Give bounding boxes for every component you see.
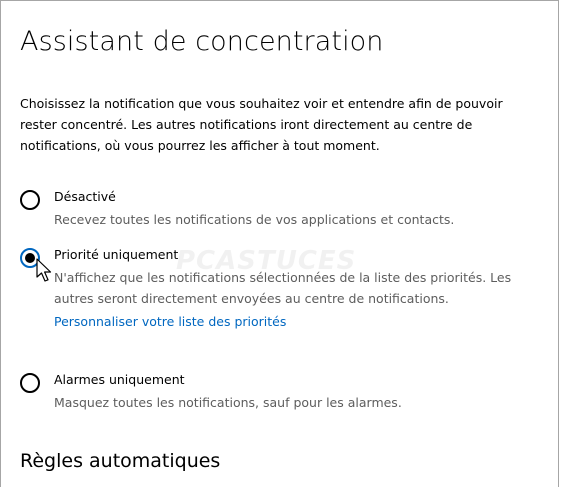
intro-text: Choisissez la notification que vous souh…	[20, 96, 503, 153]
radio-label-off: Désactivé	[54, 189, 116, 204]
radio-selected-dot	[25, 253, 35, 263]
radio-button-priority-only[interactable]	[20, 248, 40, 268]
radio-button-off[interactable]	[20, 190, 40, 210]
automatic-rules-heading: Règles automatiques	[20, 450, 221, 472]
settings-panel: Assistant de concentration Choisissez la…	[0, 0, 559, 487]
radio-button-alarms-only[interactable]	[20, 373, 40, 393]
priority-description-text: N'affichez que les notifications sélecti…	[54, 270, 512, 306]
radio-description-alarms-only: Masquez toutes les notifications, sauf p…	[54, 395, 402, 410]
radio-description-priority-only: N'affichez que les notifications sélecti…	[54, 267, 534, 332]
radio-label-priority-only: Priorité uniquement	[54, 247, 179, 262]
radio-description-off: Recevez toutes les notifications de vos …	[54, 212, 455, 227]
customize-priority-list-link[interactable]: Personnaliser votre liste des priorités	[54, 311, 534, 332]
radio-label-alarms-only: Alarmes uniquement	[54, 372, 185, 387]
page-title: Assistant de concentration	[20, 26, 384, 57]
